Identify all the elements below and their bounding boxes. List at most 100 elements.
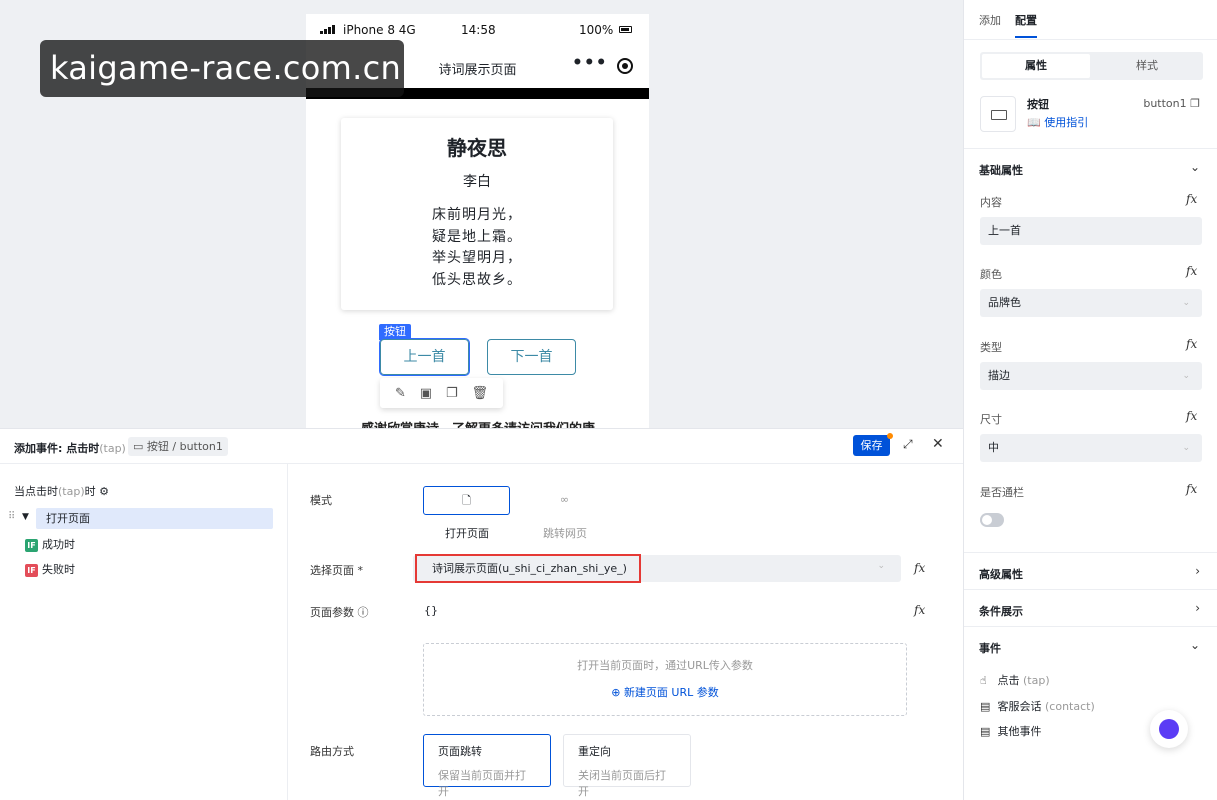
segment-style[interactable]: 样式 (1093, 54, 1201, 78)
poem-line: 低头思故乡。 (432, 271, 522, 288)
section-title: 事件 (979, 642, 1001, 655)
gear-icon[interactable]: ⚙ (99, 485, 109, 498)
fx-icon[interactable]: fx (1186, 409, 1197, 423)
branch-label: 成功时 (42, 538, 75, 551)
help-icon[interactable]: ⓘ (358, 606, 369, 619)
more-icon[interactable]: ••• (572, 53, 608, 73)
title-sub: (tap) (99, 442, 126, 455)
trigger-node: 当点击时(tap)时 ⚙ (14, 483, 109, 499)
events-header[interactable]: 事件 ⌄ (964, 626, 1217, 663)
status-time: 14:58 (461, 23, 496, 37)
action-config-form: 模式 🗋 ∞ 打开页面 跳转网页 选择页面 * 诗词展示页面(u_shi_ci_… (288, 464, 963, 800)
next-poem-button[interactable]: 下一首 (487, 339, 576, 375)
component-id-text: button1 (1143, 97, 1187, 110)
fx-icon[interactable]: fx (1186, 264, 1197, 278)
book-icon: 📖 (1027, 116, 1045, 129)
caret-down-icon[interactable]: ▼ (22, 512, 29, 522)
save-icon[interactable]: ▣ (420, 386, 432, 401)
chevron-right-icon: › (1195, 564, 1200, 578)
watermark: kaigame-race.com.cn (40, 40, 404, 97)
segment-properties[interactable]: 属性 (982, 54, 1090, 78)
mode-jump-url-card[interactable]: ∞ (521, 486, 608, 515)
branch-label: 失败时 (42, 563, 75, 576)
chevron-down-icon: ⌄ (1182, 298, 1190, 308)
poem-card[interactable]: 静夜思 李白 床前明月光， 疑是地上霜。 举头望明月， 低头思故乡。 (341, 118, 613, 310)
if-badge: IF (25, 563, 38, 577)
capsule-target-icon[interactable] (617, 58, 633, 74)
usage-guide-link[interactable]: 📖 使用指引 (1027, 114, 1088, 130)
section-title: 条件展示 (979, 605, 1023, 618)
poem-line: 举头望明月， (432, 250, 522, 266)
page-select[interactable]: 诗词展示页面(u_shi_ci_zhan_shi_ye_) ⌄ (413, 554, 901, 583)
mode-open-page-card[interactable]: 🗋 (423, 486, 510, 515)
params-hint: 打开当前页面时，通过URL传入参数 (577, 659, 753, 672)
copy-icon[interactable]: ❐ (1190, 97, 1200, 110)
route-title: 页面跳转 (438, 745, 482, 758)
page-select-value: 诗词展示页面(u_shi_ci_zhan_shi_ye_) (415, 554, 641, 583)
trigger-label: 当点击时 (14, 485, 58, 498)
condition-display-header[interactable]: 条件展示 › (964, 589, 1217, 626)
action-open-page[interactable]: 打开页面 (36, 508, 273, 529)
fullwidth-toggle[interactable] (980, 513, 1004, 527)
color-select[interactable]: 品牌色 ⌄ (980, 289, 1202, 317)
fx-icon[interactable]: fx (1186, 337, 1197, 351)
route-navigate-card[interactable]: 页面跳转 保留当前页面并打开 (423, 734, 551, 798)
poem-author: 李白 (463, 174, 491, 190)
add-url-param-button[interactable]: ⊕ 新建页面 URL 参数 (424, 684, 906, 700)
content-input[interactable]: 上一首 (980, 217, 1202, 245)
expand-icon[interactable]: ⤢ (903, 437, 913, 452)
event-other[interactable]: ▤ 其他事件 (980, 723, 1042, 739)
page-label: 选择页面 * (310, 564, 363, 577)
event-tap[interactable]: ☝ 点击 (tap) (980, 672, 1050, 688)
size-select[interactable]: 中 ⌄ (980, 434, 1202, 462)
params-label-text: 页面参数 (310, 606, 354, 619)
fx-icon[interactable]: fx (1186, 192, 1197, 206)
fail-branch[interactable]: IF 失败时 (25, 561, 75, 577)
advanced-properties-header[interactable]: 高级属性 › (964, 552, 1217, 589)
poem-line: 疑是地上霜。 (432, 228, 522, 245)
prev-poem-button[interactable]: 上一首 (379, 338, 470, 376)
drag-handle-icon[interactable]: ⠿ (8, 511, 15, 522)
panel-tabs: 添加 配置 (964, 0, 1217, 40)
event-label: 点击 (997, 674, 1020, 687)
signal-icon (320, 25, 335, 34)
tap-icon: ☝ (980, 674, 987, 687)
copy-icon[interactable]: ❐ (446, 386, 458, 401)
fx-icon[interactable]: fx (914, 603, 925, 617)
section-title: 基础属性 (979, 164, 1023, 177)
component-info: 按钮 📖 使用指引 button1 ❐ (980, 96, 1202, 134)
prop-content-label: 内容 (980, 196, 1002, 209)
tab-config[interactable]: 配置 (1015, 12, 1037, 28)
chevron-down-icon: ⌄ (1189, 638, 1200, 652)
chevron-down-icon: ⌄ (877, 561, 885, 571)
chevron-down-icon: ⌄ (1182, 371, 1190, 381)
fx-icon[interactable]: fx (1186, 482, 1197, 496)
color-value: 品牌色 (988, 296, 1021, 309)
close-icon[interactable]: ✕ (932, 436, 944, 452)
chevron-down-icon: ⌄ (1182, 443, 1190, 453)
if-badge: IF (25, 538, 38, 552)
params-value: {} (424, 604, 438, 617)
button-component-icon (980, 96, 1016, 132)
edit-icon[interactable]: ✎ (395, 386, 406, 401)
poem-lines: 床前明月光， 疑是地上霜。 举头望明月， 低头思故乡。 (341, 205, 613, 291)
add-param-label: 新建页面 URL 参数 (623, 686, 719, 699)
type-select[interactable]: 描边 ⌄ (980, 362, 1202, 390)
tab-add[interactable]: 添加 (979, 12, 1001, 28)
footer-text: 感谢欣赏唐诗，了解更多请访问我们的唐 (361, 418, 595, 428)
route-label: 路由方式 (310, 745, 354, 758)
delete-icon[interactable]: 🗑 (472, 386, 489, 401)
fx-icon[interactable]: fx (914, 561, 925, 575)
editor-canvas: iPhone 8 4G 14:58 100% 诗词展示页面 ••• 静夜思 李白… (0, 0, 963, 428)
route-redirect-card[interactable]: 重定向 关闭当前页面后打开 (563, 734, 691, 798)
calendar-icon: ▤ (980, 725, 991, 738)
success-branch[interactable]: IF 成功时 (25, 536, 75, 552)
save-button[interactable]: 保存 (853, 435, 890, 456)
prop-type-label: 类型 (980, 341, 1002, 354)
trigger-suffix: 时 (84, 485, 96, 498)
config-panel: 添加 配置 属性 样式 按钮 📖 使用指引 button1 ❐ 基础属性 ⌄ 内… (963, 0, 1217, 800)
assistant-icon[interactable] (1150, 710, 1188, 748)
event-contact[interactable]: ▤ 客服会话 (contact) (980, 698, 1095, 714)
basic-properties-header[interactable]: 基础属性 ⌄ (964, 148, 1217, 185)
route-desc: 关闭当前页面后打开 (578, 769, 666, 798)
